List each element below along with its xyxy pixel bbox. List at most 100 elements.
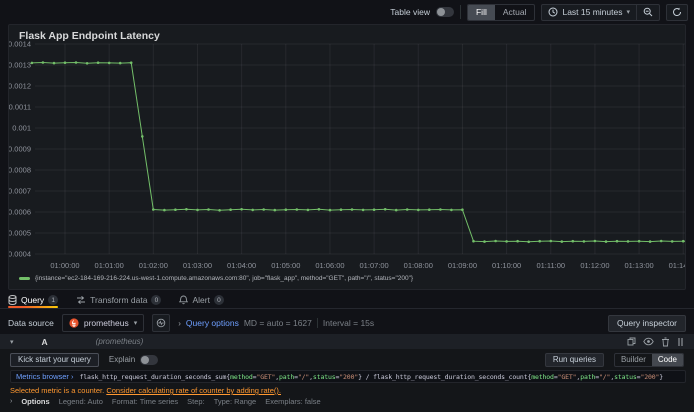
- panel-edit-toolbar: Table view Fill Actual Last 15 minutes ▾: [0, 0, 694, 24]
- data-point: [472, 239, 475, 243]
- data-point: [527, 240, 530, 244]
- data-point: [615, 239, 619, 243]
- svg-text:01:03:00: 01:03:00: [183, 261, 212, 270]
- database-icon: [8, 295, 17, 305]
- data-point: [483, 240, 486, 243]
- run-queries-button[interactable]: Run queries: [544, 352, 604, 367]
- options-row[interactable]: › Options Legend: Auto Format: Time seri…: [10, 397, 321, 406]
- legend-item[interactable]: {instance="ec2-184-169-216-224.us-west-1…: [19, 275, 413, 282]
- datasource-name: prometheus: [83, 318, 129, 328]
- series-color-dash: [19, 277, 30, 280]
- svg-text:01:01:00: 01:01:00: [95, 261, 124, 270]
- data-point: [85, 62, 89, 65]
- options-exemplars-summary: Exemplars: false: [265, 397, 321, 406]
- grafana-panel-edit-view: Table view Fill Actual Last 15 minutes ▾…: [0, 0, 694, 412]
- counter-warning-link[interactable]: Consider calculating rate of counter by …: [106, 386, 281, 395]
- datasource-help-button[interactable]: [152, 314, 171, 332]
- data-point: [317, 208, 321, 211]
- data-point: [141, 135, 144, 138]
- options-format-summary: Format: Time series: [111, 397, 179, 406]
- trash-icon[interactable]: [661, 337, 670, 347]
- eye-icon[interactable]: [643, 337, 654, 346]
- svg-text:0.001: 0.001: [12, 124, 31, 133]
- datasource-row: Data source prometheus ▾ › Query options…: [0, 312, 694, 334]
- data-point: [262, 208, 265, 211]
- data-point: [207, 208, 210, 211]
- explain-toggle[interactable]: [140, 354, 159, 365]
- query-inspector-button[interactable]: Query inspector: [608, 314, 686, 332]
- timeseries-panel: Flask App Endpoint Latency 0.0004 0.0005 0…: [8, 24, 686, 290]
- chevron-right-icon: ›: [10, 398, 13, 405]
- tab-alert[interactable]: Alert 0: [179, 292, 224, 308]
- data-point: [339, 208, 343, 211]
- data-point: [284, 208, 288, 211]
- data-point: [670, 240, 674, 243]
- svg-text:01:04:00: 01:04:00: [227, 261, 256, 270]
- datasource-label: Data source: [8, 318, 54, 328]
- transform-icon: [77, 295, 86, 305]
- data-point: [516, 239, 519, 243]
- tab-alert-count: 0: [213, 295, 224, 305]
- kick-start-query-button[interactable]: Kick start your query: [10, 352, 99, 367]
- query-row-header[interactable]: ▾ A (prometheus): [0, 334, 694, 349]
- svg-text:0.0007: 0.0007: [8, 187, 31, 196]
- query-ref-id: A: [41, 336, 48, 347]
- svg-text:0.0012: 0.0012: [8, 82, 31, 91]
- data-point: [41, 61, 45, 64]
- time-range-button[interactable]: Last 15 minutes ▾: [542, 5, 636, 20]
- svg-text:0.0013: 0.0013: [8, 61, 31, 70]
- promql-input[interactable]: flask_http_request_duration_seconds_sum{…: [80, 373, 664, 381]
- chevron-down-icon: ▾: [626, 9, 630, 16]
- data-point: [52, 61, 56, 65]
- data-point: [405, 208, 409, 211]
- data-point: [295, 208, 299, 211]
- query-toolbar: Kick start your query Explain Run querie…: [0, 351, 694, 368]
- zoom-out-button[interactable]: [636, 4, 659, 20]
- actual-button[interactable]: Actual: [495, 5, 535, 20]
- svg-text:0.0006: 0.0006: [8, 208, 31, 217]
- options-legend-summary: Legend: Auto: [58, 397, 103, 406]
- tab-query-label: Query: [21, 295, 45, 305]
- data-point: [30, 61, 34, 65]
- svg-text:0.0009: 0.0009: [8, 145, 31, 154]
- data-point: [681, 239, 685, 243]
- time-picker-group: Last 15 minutes ▾: [541, 3, 660, 21]
- series-line: [31, 61, 685, 243]
- magnifier-minus-icon: [643, 7, 653, 17]
- data-point: [196, 208, 199, 212]
- query-options-label: Query options: [185, 318, 239, 328]
- copy-icon[interactable]: [627, 337, 636, 346]
- svg-text:01:07:00: 01:07:00: [360, 261, 389, 270]
- data-point: [439, 208, 442, 211]
- data-point: [63, 61, 67, 64]
- fill-button[interactable]: Fill: [467, 4, 495, 20]
- drag-handle-icon[interactable]: [677, 337, 684, 347]
- tab-query[interactable]: Query 1: [8, 292, 59, 308]
- latency-chart[interactable]: 0.0004 0.0005 0.0006 0.0007 0.0008 0.0009 0.00…: [8, 40, 686, 273]
- options-toggle-label[interactable]: Options: [21, 397, 49, 406]
- query-options-toggle[interactable]: › Query options MD = auto = 1627 Interva…: [178, 318, 374, 328]
- data-point: [251, 208, 254, 212]
- tab-query-count: 1: [48, 295, 59, 305]
- refresh-button[interactable]: [666, 3, 688, 21]
- data-point: [218, 209, 221, 212]
- data-point: [560, 240, 564, 243]
- promql-editor[interactable]: Metrics browser › flask_http_request_dur…: [10, 370, 686, 383]
- options-type-summary: Type: Range: [213, 397, 257, 406]
- data-point: [185, 208, 188, 211]
- svg-text:01:10:00: 01:10:00: [492, 261, 521, 270]
- bell-icon: [179, 295, 189, 305]
- data-point: [306, 208, 310, 212]
- builder-toggle-button[interactable]: Builder: [615, 354, 652, 366]
- metrics-browser-button[interactable]: Metrics browser ›: [16, 372, 74, 381]
- table-view-toggle[interactable]: [435, 7, 454, 17]
- data-point: [174, 208, 177, 211]
- datasource-picker[interactable]: prometheus ▾: [61, 314, 145, 332]
- collapse-chevron-icon[interactable]: ▾: [10, 338, 14, 346]
- data-point: [163, 208, 166, 212]
- query-row-actions: [627, 337, 684, 347]
- svg-text:01:08:00: 01:08:00: [404, 261, 433, 270]
- heart-rate-icon: [157, 318, 166, 328]
- tab-transform-data[interactable]: Transform data 0: [76, 292, 162, 308]
- code-toggle-button[interactable]: Code: [651, 353, 683, 366]
